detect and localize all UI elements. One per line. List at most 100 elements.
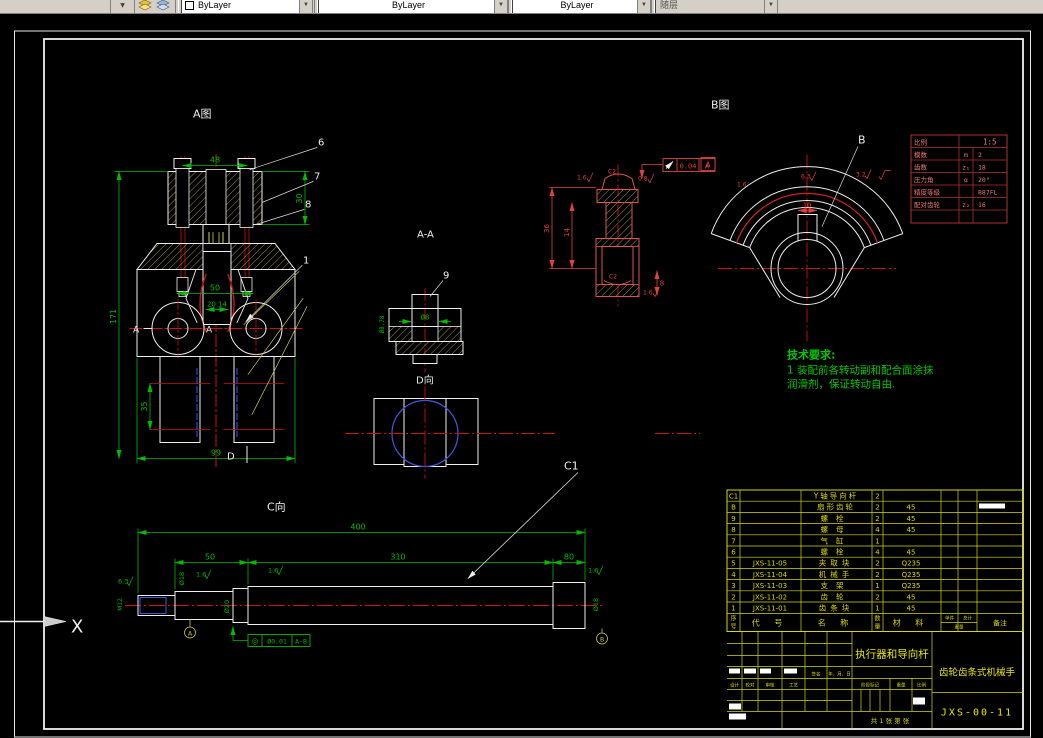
role-label: 校对 [746, 682, 755, 689]
svg-text:A: A [188, 631, 193, 638]
bom-qty: 2 [875, 560, 879, 568]
gear-scale-value: 1:5 [983, 138, 997, 147]
bom-material: 45 [907, 605, 916, 613]
finish-3-2: 3.2 [856, 172, 866, 179]
gear-row-val: 20° [978, 176, 990, 184]
bom-material: 45 [907, 515, 916, 523]
surface-finish-icons [809, 169, 891, 182]
bom-name: 机械手 [819, 569, 854, 579]
view-b-sector-gear: B图 10 B A 6.3 3.2 1.6 [700, 99, 904, 342]
finish-1-6-b: 1.6 [268, 567, 278, 575]
properties-toolbar: ▼ ByLayer ▼ ByLayer ▼ ByLayer ▼ 随层 ▼ [0, 0, 1043, 14]
dim-b8: 8 [660, 280, 664, 288]
bom-qty: 2 [875, 593, 879, 601]
bom-qty: 1 [875, 605, 879, 613]
bom-code: JXS-11-03 [752, 582, 787, 590]
view-d: D向 [345, 374, 700, 479]
runout-symbol-icon [665, 161, 674, 170]
finish-6-3: 6.3 [801, 174, 811, 181]
bom-qty: 2 [875, 504, 879, 512]
bom-code: JXS-11-04 [752, 571, 788, 579]
stage-label: 阶段标记 [861, 682, 879, 689]
bom-no: 4 [731, 571, 736, 579]
chamfer-c2-top: C2 [608, 169, 616, 176]
bom-header-qty: 数 [874, 615, 880, 623]
lineweight-control-combobox[interactable]: ByLayer ▼ [512, 0, 651, 13]
bom-header-qty: 量 [874, 624, 880, 631]
model-space-canvas[interactable]: A图 48 30 171 50 20.14 35 99 6 7 8 1 A A … [0, 13, 1043, 738]
bom-qty: 1 [875, 537, 879, 545]
balloon-c1: C1 [564, 460, 579, 473]
chevron-down-icon[interactable]: ▼ [299, 0, 312, 13]
linetype-control-combobox[interactable]: ByLayer ▼ [318, 0, 508, 13]
bom-name: 齿轮 [821, 591, 852, 601]
layer-previous-icon[interactable] [155, 0, 171, 12]
view-c-label: C向 [267, 500, 286, 514]
bom-no: 2 [731, 593, 735, 601]
view-a-label: A图 [193, 108, 212, 121]
part-title: 执行器和导向杆 [855, 648, 929, 661]
dim-50: 50 [210, 284, 220, 293]
chevron-down-icon[interactable]: ▼ [637, 0, 650, 13]
dim-80: 80 [564, 553, 574, 562]
chamfer-c2-bottom: C2 [609, 274, 617, 281]
bom-no: 9 [731, 515, 735, 523]
color-control-combobox[interactable]: ByLayer ▼ [181, 0, 313, 13]
bom-header-unit: 单件 [945, 615, 954, 622]
dim-310: 310 [390, 553, 405, 562]
bom-name: 螺母 [821, 524, 852, 534]
section-aa-label: A-A [417, 230, 434, 241]
balloon-7: 7 [314, 172, 320, 183]
bom-material: Q235 [902, 582, 921, 590]
bom-material: 45 [907, 549, 916, 557]
bom-name: 支架 [821, 580, 852, 590]
datum-target-b: B [596, 628, 608, 645]
chevron-down-icon[interactable]: ▼ [764, 0, 777, 13]
finish-1-6: 1.6 [737, 182, 747, 189]
layer-dropdown-button[interactable]: ▼ [110, 0, 135, 13]
dim-m12: M12 [117, 598, 124, 611]
bom-header-weight: 重量 [955, 624, 964, 631]
make-layer-current-icon[interactable] [137, 0, 153, 12]
bom-header-name: 名 称 [818, 618, 855, 628]
bom-qty: 2 [875, 493, 879, 501]
role-label: 审核 [766, 682, 775, 689]
gear-row-val: 887FL [978, 189, 998, 197]
lineweight-value: ByLayer [560, 0, 594, 10]
tech-req-title: 技术要求: [787, 348, 835, 362]
bom-qty: 2 [875, 571, 879, 579]
sheet-text: 共 1 张 第 张 [871, 716, 910, 725]
dim-b14: 14 [563, 228, 571, 237]
dim-dia20: Ø20 [223, 600, 231, 613]
ucs-x-label: X [71, 617, 83, 638]
plotstyle-control-combobox[interactable]: 随层 ▼ [655, 0, 778, 13]
color-swatch [185, 0, 194, 10]
dim-48: 48 [210, 156, 220, 165]
dim-b36: 36 [543, 224, 551, 233]
finish-1-6-bottom: 1.6 [643, 290, 653, 297]
datum-target-a: A [184, 619, 196, 639]
bom-name: 螺栓 [821, 513, 852, 523]
balloon-8: 8 [305, 200, 311, 211]
finish-0-8: 0.8 [638, 176, 648, 183]
bom-code: JXS-11-01 [752, 605, 787, 613]
gear-row-sym: α [964, 176, 968, 184]
bom-qty: 4 [875, 549, 880, 557]
bom-name: 螺栓 [821, 547, 852, 557]
gear-row-val: 16 [978, 201, 986, 209]
bom-no: 3 [731, 582, 735, 590]
bom-header-total: 总计 [963, 615, 972, 622]
bom-header-code: 代 号 [752, 618, 789, 628]
dim-50: 50 [205, 553, 215, 562]
x-axis-arrow-icon [43, 616, 67, 627]
finish-1-6-c: 1.6 [588, 567, 598, 575]
bom-no: 5 [731, 560, 735, 568]
bom-no: 7 [731, 537, 735, 545]
bom-name: Y轴导向杆 [813, 491, 859, 501]
bom-header-no: 序 [730, 615, 736, 623]
weight-label: 重量 [897, 682, 906, 689]
chevron-down-icon[interactable]: ▼ [494, 0, 507, 13]
bom-no: C1 [729, 493, 738, 501]
layers-icon [156, 0, 170, 11]
scale-label: 比例 [917, 682, 926, 689]
